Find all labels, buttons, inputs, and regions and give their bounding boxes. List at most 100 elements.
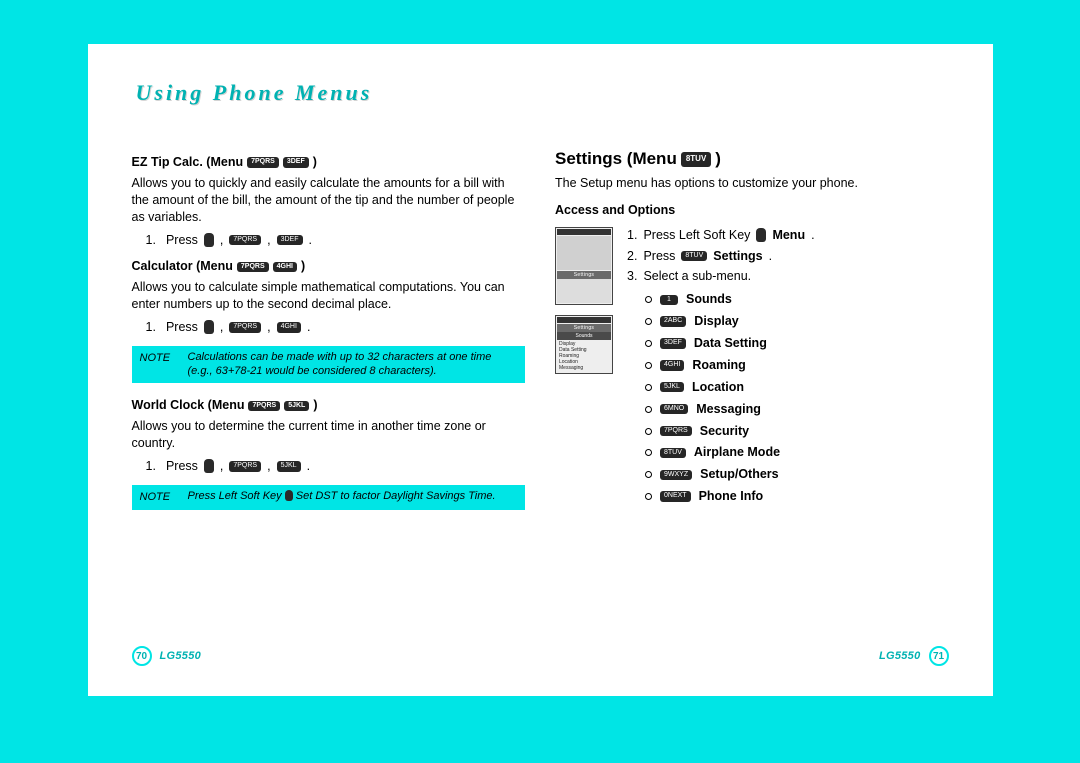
settings-item: 4GHIRoaming (645, 357, 949, 374)
status-bar-icon (557, 317, 611, 323)
page-number: 70 (132, 646, 152, 666)
screen-settings-list: Settings Sounds Display Data Setting Roa… (555, 315, 613, 374)
note-body: Calculations can be made with up to 32 c… (188, 351, 518, 379)
calc-desc: Allows you to calculate simple mathemati… (132, 279, 526, 313)
note-body: Press Left Soft Key Set DST to factor Da… (188, 490, 518, 505)
bullet-icon (645, 340, 652, 347)
screen-graphic (557, 236, 611, 270)
key-icon: 4GHI (660, 360, 684, 370)
model-label: LG5550 (160, 650, 202, 662)
ez-tip-desc: Allows you to quickly and easily calcula… (132, 175, 526, 226)
soft-key-icon (204, 233, 214, 247)
settings-item-label: Sounds (686, 291, 732, 308)
key-7-icon: 7PQRS (237, 262, 269, 272)
key-icon: 8TUV (660, 448, 686, 458)
settings-title: Settings (Menu (555, 148, 677, 171)
settings-item-label: Airplane Mode (694, 444, 780, 461)
screen-label: Settings (557, 271, 611, 279)
phone-screens: Settings Settings Sounds Display Data Se… (555, 227, 613, 510)
key-8-icon: 8TUV (681, 152, 711, 167)
key-icon: 1 (660, 295, 678, 305)
settings-item-label: Phone Info (699, 488, 764, 505)
settings-item-label: Data Setting (694, 335, 767, 352)
calc-heading: Calculator (Menu 7PQRS 4GHI ) (132, 258, 526, 275)
comma: , (267, 232, 270, 249)
settings-item: 7PQRSSecurity (645, 423, 949, 440)
settings-item: 0NEXT Phone Info (645, 488, 949, 505)
step-number: 1. (627, 227, 637, 244)
left-column: EZ Tip Calc. (Menu 7PQRS 3DEF ) Allows y… (132, 148, 526, 524)
soft-key-icon (756, 228, 766, 242)
step-text: Select a sub-menu. (643, 268, 751, 285)
close-paren: ) (313, 154, 317, 171)
key-icon: 7PQRS (660, 426, 692, 436)
settings-item: 1 Sounds (645, 291, 949, 308)
key-icon: 2ABC (660, 316, 686, 326)
ez-tip-heading: EZ Tip Calc. (Menu 7PQRS 3DEF ) (132, 154, 526, 171)
settings-heading: Settings (Menu 8TUV ) (555, 148, 949, 171)
access-options-heading: Access and Options (555, 202, 949, 219)
step-number: 1. (146, 319, 156, 336)
bullet-icon (645, 296, 652, 303)
world-step: 1. Press , 7PQRS , 5JKL . (146, 458, 526, 475)
note-post: Set DST to factor Daylight Savings Time. (296, 490, 496, 502)
bullet-icon (645, 406, 652, 413)
screen-settings-main: Settings (555, 227, 613, 305)
content-columns: EZ Tip Calc. (Menu 7PQRS 3DEF ) Allows y… (132, 148, 949, 524)
key-5-icon: 5JKL (277, 461, 301, 471)
soft-key-icon (204, 459, 214, 473)
key-icon: 5JKL (660, 382, 684, 392)
note-label: NOTE (140, 490, 178, 505)
page-footer: 70 LG5550 LG5550 71 (132, 646, 949, 666)
settings-item: 3DEFData Setting (645, 335, 949, 352)
bullet-icon (645, 362, 652, 369)
status-bar-icon (557, 229, 611, 235)
model-label: LG5550 (879, 650, 921, 662)
key-5-icon: 5JKL (284, 401, 309, 411)
right-body: Settings Settings Sounds Display Data Se… (555, 227, 949, 510)
key-4-icon: 4GHI (277, 322, 301, 332)
step-number: 2. (627, 248, 637, 265)
settings-item: 9WXYZSetup/Others (645, 466, 949, 483)
settings-desc: The Setup menu has options to customize … (555, 175, 949, 192)
key-3-icon: 3DEF (283, 157, 309, 167)
footer-right: LG5550 71 (879, 646, 949, 666)
right-column: Settings (Menu 8TUV ) The Setup menu has… (555, 148, 949, 524)
calc-step: 1. Press , 7PQRS , 4GHI . (146, 319, 526, 336)
settings-item-label: Display (694, 313, 738, 330)
settings-label: Settings (713, 248, 762, 265)
screen-thumbnails (557, 279, 611, 303)
soft-key-icon (285, 490, 293, 501)
note-pre: Press Left Soft Key (188, 490, 282, 502)
step-number: 3. (627, 268, 637, 285)
period: . (769, 248, 772, 265)
bullet-icon (645, 384, 652, 391)
period: . (307, 458, 310, 475)
settings-item-label: Location (692, 379, 744, 396)
step-1: 1. Press Left Soft Key Menu. (627, 227, 949, 244)
world-title: World Clock (Menu (132, 397, 245, 414)
step-number: 1. (146, 232, 156, 249)
close-paren: ) (715, 148, 721, 171)
comma: , (267, 458, 270, 475)
key-8-icon: 8TUV (681, 251, 707, 261)
bullet-icon (645, 471, 652, 478)
comma: , (220, 319, 223, 336)
close-paren: ) (301, 258, 305, 275)
step-3: 3. Select a sub-menu. (627, 268, 949, 285)
period: . (309, 232, 312, 249)
note-label: NOTE (140, 351, 178, 379)
key-7-icon: 7PQRS (229, 235, 261, 245)
settings-item-label: Messaging (696, 401, 761, 418)
page-title: Using Phone Menus (136, 80, 373, 106)
key-icon: 0NEXT (660, 491, 691, 501)
settings-item: 5JKL Location (645, 379, 949, 396)
settings-steps: 1. Press Left Soft Key Menu. 2. Press 8T… (627, 227, 949, 510)
settings-item-label: Setup/Others (700, 466, 779, 483)
calc-note: NOTE Calculations can be made with up to… (132, 346, 526, 384)
bullet-icon (645, 428, 652, 435)
screen-menu-item: Messaging (559, 365, 609, 371)
key-7-icon: 7PQRS (229, 461, 261, 471)
world-desc: Allows you to determine the current time… (132, 418, 526, 452)
step-2: 2. Press 8TUV Settings. (627, 248, 949, 265)
